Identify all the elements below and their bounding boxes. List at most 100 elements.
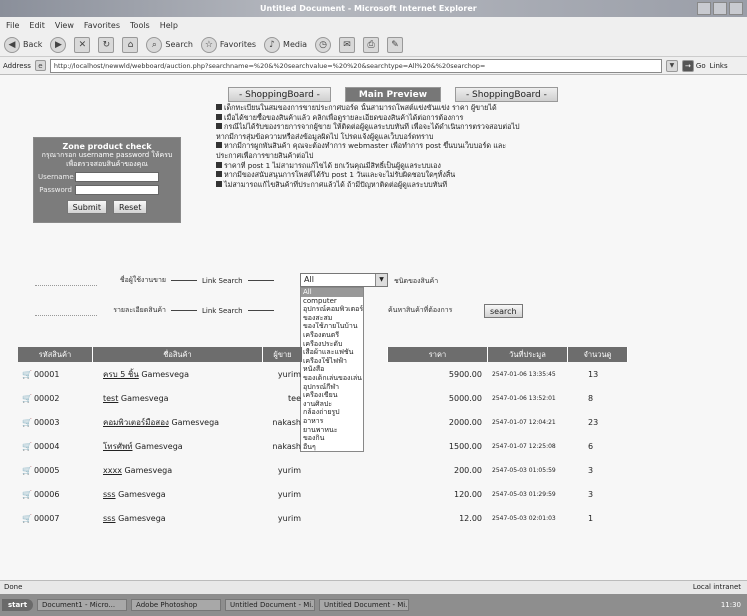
chevron-down-icon[interactable]: ▼ — [375, 274, 387, 286]
header-views[interactable]: จำนวนดู — [568, 347, 628, 362]
cart-icon[interactable]: 🛒 — [22, 394, 32, 403]
cart-icon[interactable]: 🛒 — [22, 418, 32, 427]
mail-icon: ✉ — [339, 36, 356, 53]
header-id[interactable]: รหัสสินค้า — [18, 347, 93, 362]
date-cell: 2547-05-03 01:29:59 — [492, 490, 556, 498]
start-button[interactable]: start — [2, 599, 34, 611]
home-button[interactable]: ⌂ — [122, 36, 139, 53]
menu-file[interactable]: File — [6, 21, 19, 30]
back-arrow-icon: ◀ — [4, 36, 20, 53]
seller-search-input[interactable] — [35, 275, 97, 286]
link-search-2[interactable]: Link Search — [202, 307, 243, 315]
stop-button[interactable]: ✕ — [74, 36, 91, 53]
category-option[interactable]: computer — [301, 297, 363, 306]
header-price[interactable]: ราคา — [388, 347, 488, 362]
price-cell: 120.00 — [454, 489, 482, 499]
menu-help[interactable]: Help — [160, 21, 178, 30]
header-date[interactable]: วันที่ประมูล — [488, 347, 568, 362]
table-row[interactable]: 🛒 00004 โทรศัพท์ Gamesvega nakash 1500.00 254… — [18, 434, 723, 458]
minimize-button[interactable] — [697, 2, 711, 15]
reset-button[interactable]: Reset — [113, 200, 148, 214]
username-input[interactable] — [75, 172, 159, 182]
taskbar-item[interactable]: Untitled Document - Mi... — [225, 599, 316, 611]
product-link[interactable]: ครบ 5 ชิ้น — [103, 370, 139, 379]
price-cell: 12.00 — [459, 513, 482, 523]
tab-main-preview[interactable]: Main Preview — [344, 87, 441, 102]
product-link[interactable]: โทรศัพท์ — [103, 442, 133, 451]
header-name[interactable]: ชื่อสินค้า — [93, 347, 263, 362]
product-name-cell: คอมพิวเตอร์มือสอง Gamesvega — [103, 417, 220, 427]
search-submit-button[interactable]: search — [484, 304, 523, 318]
table-row[interactable]: 🛒 00006 sss Gamesvega yurim 120.00 2547-05-03… — [18, 482, 723, 506]
menu-edit[interactable]: Edit — [29, 21, 45, 30]
table-row[interactable]: 🛒 00002 test Gamesvega tee 5000.00 2547-01-06… — [18, 386, 723, 410]
product-name-cell: ครบ 5 ชิ้น Gamesvega — [103, 369, 189, 379]
menu-favorites[interactable]: Favorites — [84, 21, 120, 30]
password-input[interactable] — [75, 185, 159, 195]
cart-icon[interactable]: 🛒 — [22, 514, 32, 523]
product-link[interactable]: คอมพิวเตอร์มือสอง — [103, 418, 169, 427]
views-cell: 8 — [588, 393, 594, 403]
product-id-cell: 🛒 00006 — [22, 489, 60, 499]
table-row[interactable]: 🛒 00007 sss Gamesvega yurim 12.00 2547-05-03 … — [18, 506, 723, 530]
category-option[interactable]: เครื่องดนตรี — [301, 331, 363, 340]
address-input[interactable]: http://localhost/newwld/webboard/auction… — [49, 58, 662, 73]
category-option[interactable]: ของสะสม — [301, 314, 363, 323]
search-icon: ⌕ — [146, 36, 163, 53]
media-button[interactable]: ♪ Media — [264, 36, 307, 53]
username-row: Username — [38, 172, 176, 182]
auction-table: รหัสสินค้า ชื่อสินค้า ผู้ขาย ราคา วันที่… — [18, 347, 723, 530]
cart-icon[interactable]: 🛒 — [22, 466, 32, 475]
back-button[interactable]: ◀ Back — [4, 36, 42, 53]
menu-tools[interactable]: Tools — [130, 21, 150, 30]
taskbar-item[interactable]: Untitled Document - Mi... — [319, 599, 410, 611]
submit-button[interactable]: Submit — [66, 200, 108, 214]
product-id-cell: 🛒 00002 — [22, 393, 60, 403]
notice-line: ราคาที่ post 1 ไม่สามารถแก้ไขได้ ยกเว้นค… — [216, 161, 576, 171]
category-option[interactable]: อุปกรณ์คอมพิวเตอร์ — [301, 305, 363, 314]
address-dropdown-icon[interactable]: ▼ — [665, 59, 678, 72]
cart-icon[interactable]: 🛒 — [22, 490, 32, 499]
links-button[interactable]: Links — [710, 62, 728, 70]
table-row[interactable]: 🛒 00001 ครบ 5 ชิ้น Gamesvega yurim 5900.00 25… — [18, 362, 723, 386]
bullet-icon — [216, 142, 222, 149]
tab-shoppingboard-right[interactable]: - ShoppingBoard - — [454, 87, 558, 102]
table-row[interactable]: 🛒 00005 xxxx Gamesvega yurim 200.00 2547-05-0… — [18, 458, 723, 482]
forward-button[interactable]: ▶ — [50, 36, 67, 53]
cart-icon[interactable]: 🛒 — [22, 442, 32, 451]
category-option[interactable]: ของใช้ภายในบ้าน — [301, 322, 363, 331]
edit-button[interactable]: ✎ — [387, 36, 404, 53]
maximize-button[interactable] — [713, 2, 727, 15]
product-name-cell: sss Gamesvega — [103, 513, 166, 523]
history-button[interactable]: ◷ — [315, 36, 332, 53]
product-link[interactable]: sss — [103, 514, 116, 523]
close-button[interactable] — [729, 2, 743, 15]
taskbar-item[interactable]: Adobe Photoshop — [131, 599, 222, 611]
print-button[interactable]: ⎙ — [363, 36, 380, 53]
link-search-1[interactable]: Link Search — [202, 277, 243, 285]
mail-button[interactable]: ✉ — [339, 36, 356, 53]
security-zone: Local intranet — [692, 583, 741, 591]
menu-view[interactable]: View — [55, 21, 74, 30]
table-row[interactable]: 🛒 00003 คอมพิวเตอร์มือสอง Gamesvega nakash 2… — [18, 410, 723, 434]
refresh-button[interactable]: ↻ — [98, 36, 115, 53]
category-type-label: ชนิดของสินค้า — [394, 277, 439, 285]
price-cell: 5900.00 — [448, 369, 482, 379]
window-title: Untitled Document - Microsoft Internet E… — [260, 4, 477, 13]
search-button[interactable]: ⌕ Search — [146, 36, 193, 53]
tab-shoppingboard-left[interactable]: - ShoppingBoard - — [228, 87, 331, 102]
header-seller[interactable]: ผู้ขาย — [263, 347, 303, 362]
product-link[interactable]: test — [103, 394, 118, 403]
taskbar-item[interactable]: Document1 - Micro... — [37, 599, 128, 611]
seller-search-label: ชื่อผู้ใช้งานขาย — [119, 276, 166, 284]
category-select[interactable]: All ▼ — [300, 273, 388, 287]
cart-icon[interactable]: 🛒 — [22, 370, 32, 379]
menu-bar: File Edit View Favorites Tools Help — [0, 17, 747, 33]
product-link[interactable]: sss — [103, 490, 116, 499]
favorites-button[interactable]: ☆ Favorites — [200, 36, 256, 53]
go-button[interactable]: → Go — [681, 59, 706, 72]
bullet-icon — [216, 161, 222, 168]
product-link[interactable]: xxxx — [103, 466, 122, 475]
detail-search-input[interactable] — [35, 305, 97, 316]
category-option[interactable]: All — [301, 288, 363, 297]
